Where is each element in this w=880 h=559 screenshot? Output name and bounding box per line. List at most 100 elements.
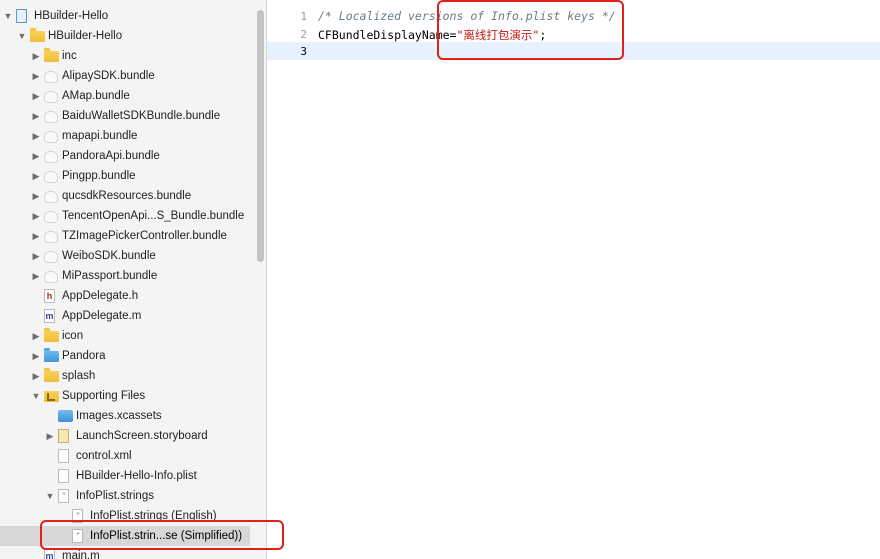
bundle-icon (44, 71, 58, 83)
navigator-item[interactable]: ▶ inc (0, 46, 257, 66)
folder-icon (44, 368, 59, 382)
navigator-item-label: Pandora (62, 350, 106, 362)
navigator-item-label: Supporting Files (62, 390, 146, 402)
navigator-item-label: AppDelegate.h (62, 290, 139, 302)
navigator-item-label: icon (62, 330, 84, 342)
disclosure-collapsed-icon[interactable]: ▶ (30, 109, 42, 123)
header-file-icon: h (44, 289, 55, 303)
plist-key: CFBundleDisplayName= (318, 28, 457, 42)
navigator-item-label: inc (62, 50, 77, 62)
disclosure-collapsed-icon[interactable]: ▶ (30, 249, 42, 263)
blue-folder-icon (44, 348, 59, 362)
bundle-icon (44, 171, 58, 183)
navigator-item-label: HBuilder-Hello (34, 10, 109, 22)
project-navigator: ▼ HBuilder-Hello ▼ HBuilder-Hello ▶ inc ▶ Alipa… (0, 0, 266, 559)
disclosure-expanded-icon[interactable]: ▼ (30, 389, 42, 403)
bundle-icon (44, 111, 58, 123)
navigator-item[interactable]: ▼ HBuilder-Hello (0, 6, 257, 26)
disclosure-collapsed-icon[interactable]: ▶ (30, 369, 42, 383)
navigator-item-label: AppDelegate.m (62, 310, 142, 322)
navigator-item[interactable]: ▶ Pingpp.bundle (0, 166, 257, 186)
navigator-item[interactable]: ▼ " InfoPlist.strings (0, 486, 257, 506)
navigator-item-label: main.m (62, 550, 100, 559)
disclosure-expanded-icon[interactable]: ▼ (16, 29, 28, 43)
navigator-item-label: AMap.bundle (62, 90, 130, 102)
navigator-item[interactable]: ▶ qucsdkResources.bundle (0, 186, 257, 206)
disclosure-expanded-icon[interactable]: ▼ (2, 9, 14, 23)
disclosure-collapsed-icon[interactable]: ▶ (30, 129, 42, 143)
navigator-item[interactable]: ▶ PandoraApi.bundle (0, 146, 257, 166)
disclosure-collapsed-icon[interactable]: ▶ (30, 329, 42, 343)
storyboard-icon (58, 429, 69, 443)
navigator-item-label: HBuilder-Hello (48, 30, 123, 42)
folder-icon (44, 328, 59, 342)
navigator-item-label: AlipaySDK.bundle (62, 70, 155, 82)
source-file-icon: m (44, 309, 55, 323)
navigator-item[interactable]: m AppDelegate.m (0, 306, 257, 326)
navigator-item-label: TZImagePickerController.bundle (62, 230, 227, 242)
navigator-item[interactable]: ▶ icon (0, 326, 257, 346)
navigator-item-label: HBuilder-Hello-Info.plist (76, 470, 197, 482)
disclosure-collapsed-icon[interactable]: ▶ (30, 69, 42, 83)
navigator-item-label: PandoraApi.bundle (62, 150, 160, 162)
bundle-icon (44, 91, 58, 103)
disclosure-collapsed-icon[interactable]: ▶ (30, 89, 42, 103)
disclosure-collapsed-icon[interactable]: ▶ (30, 189, 42, 203)
code-editor[interactable]: 1 /* Localized versions of Info.plist ke… (267, 0, 880, 559)
navigator-item[interactable]: ▼ HBuilder-Hello (0, 26, 257, 46)
navigator-scrollbar[interactable] (257, 10, 264, 262)
navigator-item[interactable]: HBuilder-Hello-Info.plist (0, 466, 257, 486)
asset-catalog-icon (58, 410, 73, 422)
line-number: 2 (300, 28, 307, 41)
navigator-item-label: TencentOpenApi...S_Bundle.bundle (62, 210, 245, 222)
folder-icon (30, 28, 45, 42)
navigator-item[interactable]: ▶ AMap.bundle (0, 86, 257, 106)
navigator-item-label: Images.xcassets (76, 410, 162, 422)
annotation-box-selected-file (40, 520, 284, 550)
disclosure-collapsed-icon[interactable]: ▶ (44, 429, 56, 443)
navigator-item[interactable]: ▶ mapapi.bundle (0, 126, 257, 146)
bundle-icon (44, 211, 58, 223)
bundle-icon (44, 251, 58, 263)
navigator-item[interactable]: Images.xcassets (0, 406, 257, 426)
navigator-item[interactable]: ▶ splash (0, 366, 257, 386)
navigator-item-label: control.xml (76, 450, 132, 462)
project-icon (16, 9, 27, 23)
navigator-item[interactable]: ▶ Pandora (0, 346, 257, 366)
xml-file-icon (58, 449, 69, 463)
navigator-item[interactable]: ▼ Supporting Files (0, 386, 257, 406)
disclosure-collapsed-icon[interactable]: ▶ (30, 349, 42, 363)
line-number: 1 (300, 10, 307, 23)
disclosure-collapsed-icon[interactable]: ▶ (30, 49, 42, 63)
disclosure-collapsed-icon[interactable]: ▶ (30, 229, 42, 243)
disclosure-expanded-icon[interactable]: ▼ (44, 489, 56, 503)
navigator-item[interactable]: ▶ TencentOpenApi...S_Bundle.bundle (0, 206, 257, 226)
annotation-box-display-name (437, 0, 624, 60)
line-number: 3 (300, 45, 307, 58)
navigator-item[interactable]: ▶ TZImagePickerController.bundle (0, 226, 257, 246)
navigator-item[interactable]: h AppDelegate.h (0, 286, 257, 306)
navigator-item[interactable]: ▶ AlipaySDK.bundle (0, 66, 257, 86)
navigator-item-label: qucsdkResources.bundle (62, 190, 192, 202)
disclosure-collapsed-icon[interactable]: ▶ (30, 149, 42, 163)
bundle-icon (44, 191, 58, 203)
navigator-item[interactable]: ▶ WeiboSDK.bundle (0, 246, 257, 266)
navigator-item[interactable]: ▶ BaiduWalletSDKBundle.bundle (0, 106, 257, 126)
disclosure-collapsed-icon[interactable]: ▶ (30, 269, 42, 283)
navigator-item-label: MiPassport.bundle (62, 270, 158, 282)
bundle-icon (44, 271, 58, 283)
navigator-item[interactable]: ▶ LaunchScreen.storyboard (0, 426, 257, 446)
navigator-item-label: mapapi.bundle (62, 130, 138, 142)
disclosure-collapsed-icon[interactable]: ▶ (30, 169, 42, 183)
bundle-icon (44, 131, 58, 143)
disclosure-collapsed-icon[interactable]: ▶ (30, 209, 42, 223)
navigator-item-label: LaunchScreen.storyboard (76, 430, 208, 442)
navigator-item-label: splash (62, 370, 96, 382)
folder-icon (44, 48, 59, 62)
navigator-item-label: Pingpp.bundle (62, 170, 136, 182)
navigator-item[interactable]: ▶ MiPassport.bundle (0, 266, 257, 286)
bundle-icon (44, 151, 58, 163)
navigator-item-label: BaiduWalletSDKBundle.bundle (62, 110, 221, 122)
navigator-item[interactable]: control.xml (0, 446, 257, 466)
navigator-item-label: WeiboSDK.bundle (62, 250, 156, 262)
